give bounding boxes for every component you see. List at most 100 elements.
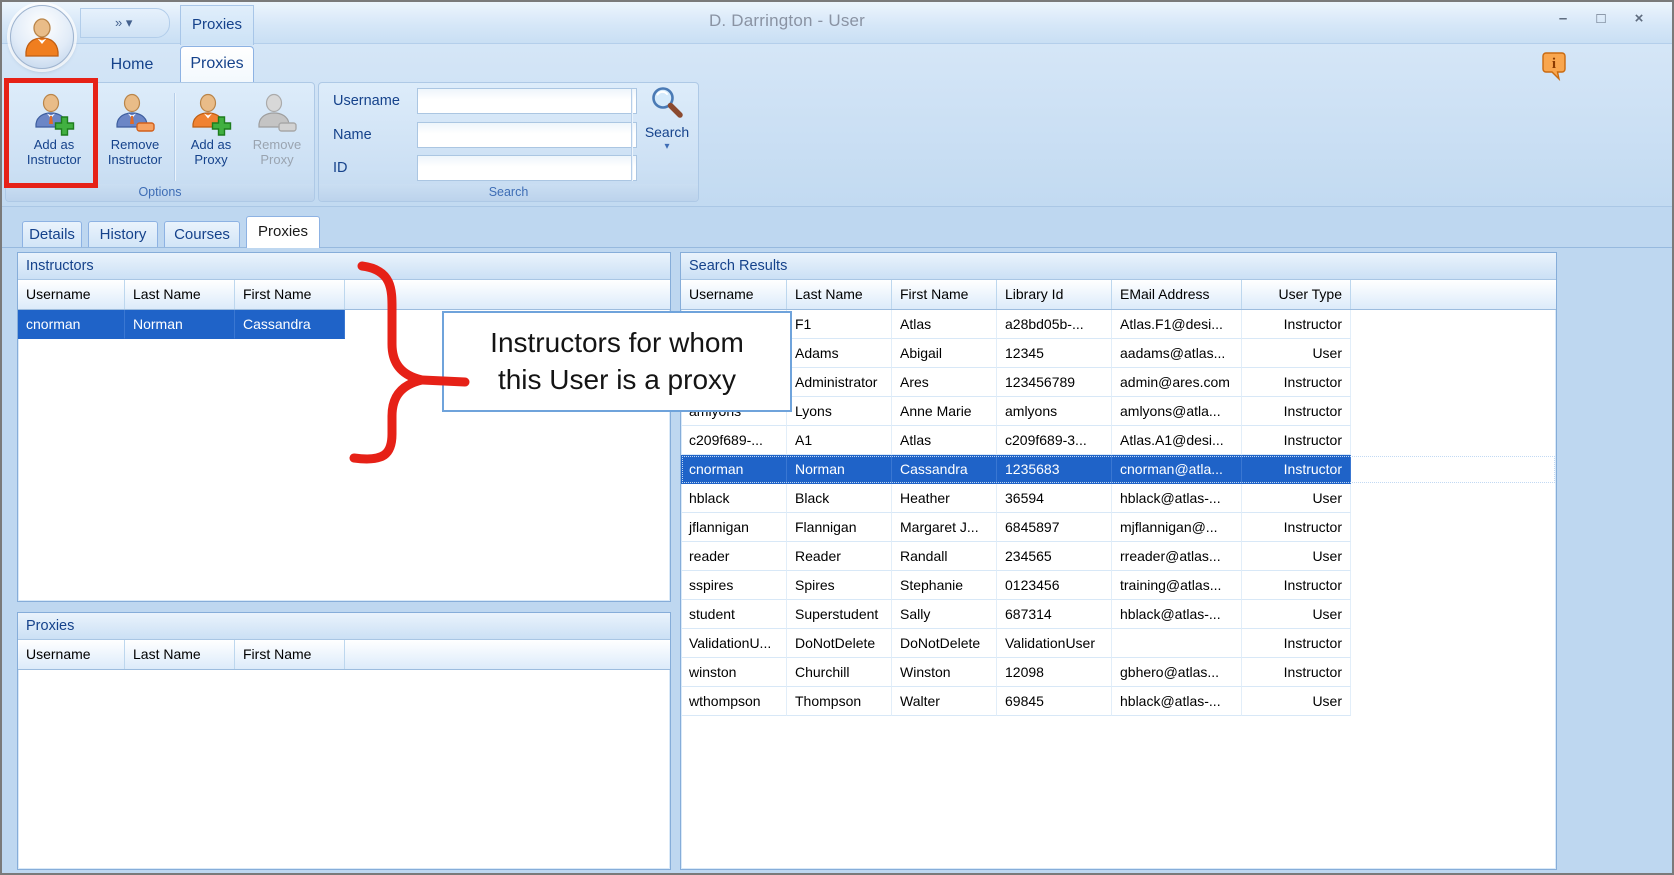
table-cell: Spires xyxy=(787,571,892,600)
tab-history[interactable]: History xyxy=(88,221,158,248)
id-field-label: ID xyxy=(333,160,348,176)
column-header[interactable]: Last Name xyxy=(125,280,235,309)
table-cell: Cassandra xyxy=(892,455,997,484)
button-label-line: Proxy xyxy=(194,152,227,167)
table-cell: Reader xyxy=(787,542,892,571)
person-remove-proxy-icon xyxy=(255,93,299,137)
table-cell: cnorman@atla... xyxy=(1112,455,1242,484)
tab-details[interactable]: Details xyxy=(22,221,82,248)
column-header[interactable]: User Type xyxy=(1242,280,1351,309)
tab-proxies[interactable]: Proxies xyxy=(246,216,320,248)
group-separator xyxy=(631,89,632,181)
table-row[interactable]: cnormanNormanCassandra1235683cnorman@atl… xyxy=(681,455,1556,484)
table-row[interactable]: sspiresSpiresStephanie0123456training@at… xyxy=(681,571,1556,600)
table-cell: User xyxy=(1242,542,1351,571)
row-filler xyxy=(1351,368,1556,397)
table-row[interactable]: F1Atlasa28bd05b-...Atlas.F1@desi...Instr… xyxy=(681,310,1556,339)
ribbon-tab-proxies[interactable]: Proxies xyxy=(180,46,254,84)
column-header[interactable]: Username xyxy=(18,640,125,669)
table-cell: Instructor xyxy=(1242,426,1351,455)
table-cell: Instructor xyxy=(1242,397,1351,426)
tab-courses[interactable]: Courses xyxy=(164,221,240,248)
column-header[interactable]: Last Name xyxy=(125,640,235,669)
table-cell: jflannigan xyxy=(681,513,787,542)
column-header[interactable]: First Name xyxy=(235,640,345,669)
table-cell: admin@ares.com xyxy=(1112,368,1242,397)
table-cell: mjflannigan@... xyxy=(1112,513,1242,542)
table-row[interactable]: studentSuperstudentSally687314hblack@atl… xyxy=(681,600,1556,629)
search-results-panel: Search Results UsernameLast NameFirst Na… xyxy=(680,252,1557,870)
search-dropdown-icon[interactable]: ▾ xyxy=(664,141,669,152)
ribbon-tab-home[interactable]: Home xyxy=(90,48,174,84)
button-label-line: Instructor xyxy=(108,152,162,167)
column-header[interactable]: Username xyxy=(18,280,125,309)
table-row[interactable]: jflanniganFlanniganMargaret J...6845897m… xyxy=(681,513,1556,542)
column-header[interactable]: First Name xyxy=(235,280,345,309)
column-header[interactable]: Library Id xyxy=(997,280,1112,309)
row-filler xyxy=(1351,426,1556,455)
table-cell: wthompson xyxy=(681,687,787,716)
table-row[interactable]: c209f689-...A1Atlasc209f689-3...Atlas.A1… xyxy=(681,426,1556,455)
table-cell: student xyxy=(681,600,787,629)
red-highlight-box xyxy=(4,78,98,188)
username-field-label: Username xyxy=(333,93,400,109)
row-filler xyxy=(1351,484,1556,513)
table-cell: DoNotDelete xyxy=(787,629,892,658)
table-cell: Atlas xyxy=(892,310,997,339)
remove-instructor-button[interactable]: Remove Instructor xyxy=(99,87,171,167)
name-field-label: Name xyxy=(333,127,372,143)
table-cell: Randall xyxy=(892,542,997,571)
remove-proxy-button[interactable]: Remove Proxy xyxy=(244,87,310,167)
table-row[interactable]: AdamsAbigail12345aadams@atlas...User xyxy=(681,339,1556,368)
table-cell: reader xyxy=(681,542,787,571)
table-cell: Instructor xyxy=(1242,455,1351,484)
id-search-input[interactable] xyxy=(417,155,637,181)
application-window: D. Darrington - User – □ × » ▾ Proxies H… xyxy=(0,0,1674,875)
table-cell: winston xyxy=(681,658,787,687)
table-cell: Atlas.A1@desi... xyxy=(1112,426,1242,455)
add-as-proxy-button[interactable]: Add as Proxy xyxy=(178,87,244,167)
row-filler xyxy=(1351,455,1556,484)
table-cell: Abigail xyxy=(892,339,997,368)
table-cell: hblack@atlas-... xyxy=(1112,600,1242,629)
column-header[interactable]: Last Name xyxy=(787,280,892,309)
row-filler xyxy=(1351,513,1556,542)
table-cell: Anne Marie xyxy=(892,397,997,426)
table-cell: Instructor xyxy=(1242,658,1351,687)
table-row[interactable]: ValidationU...DoNotDeleteDoNotDeleteVali… xyxy=(681,629,1556,658)
table-cell: 687314 xyxy=(997,600,1112,629)
table-cell: Adams xyxy=(787,339,892,368)
table-row[interactable]: AdministratorAres123456789admin@ares.com… xyxy=(681,368,1556,397)
username-search-input[interactable] xyxy=(417,88,637,114)
table-row[interactable]: readerReaderRandall234565rreader@atlas..… xyxy=(681,542,1556,571)
table-cell: 234565 xyxy=(997,542,1112,571)
table-cell: Cassandra xyxy=(235,310,345,339)
table-row[interactable]: wthompsonThompsonWalter69845hblack@atlas… xyxy=(681,687,1556,716)
table-cell: Atlas xyxy=(892,426,997,455)
table-cell: Instructor xyxy=(1242,368,1351,397)
name-search-input[interactable] xyxy=(417,122,637,148)
maximize-button-icon[interactable]: □ xyxy=(1590,9,1612,29)
table-cell: Walter xyxy=(892,687,997,716)
proxies-panel-title: Proxies xyxy=(18,613,670,640)
table-cell: User xyxy=(1242,484,1351,513)
search-group-caption: Search xyxy=(319,184,698,201)
column-header[interactable]: Username xyxy=(681,280,787,309)
help-info-icon[interactable]: i xyxy=(1542,52,1566,87)
quick-access-overflow-icon[interactable]: » ▾ xyxy=(115,15,132,31)
search-button-label: Search xyxy=(645,124,689,140)
table-row[interactable]: hblackBlackHeather36594hblack@atlas-...U… xyxy=(681,484,1556,513)
table-cell: Heather xyxy=(892,484,997,513)
application-menu-button[interactable] xyxy=(10,5,74,69)
column-header[interactable]: EMail Address xyxy=(1112,280,1242,309)
table-row[interactable]: winstonChurchillWinston12098gbhero@atlas… xyxy=(681,658,1556,687)
row-filler xyxy=(1351,397,1556,426)
table-row[interactable]: amlyonsLyonsAnne Marieamlyonsamlyons@atl… xyxy=(681,397,1556,426)
minimize-button-icon[interactable]: – xyxy=(1552,9,1574,29)
search-button[interactable]: Search ▾ xyxy=(639,85,695,185)
search-results-panel-title: Search Results xyxy=(681,253,1556,280)
close-button-icon[interactable]: × xyxy=(1628,9,1650,29)
button-label-line: Remove xyxy=(253,137,301,152)
column-header[interactable]: First Name xyxy=(892,280,997,309)
table-cell: Flannigan xyxy=(787,513,892,542)
